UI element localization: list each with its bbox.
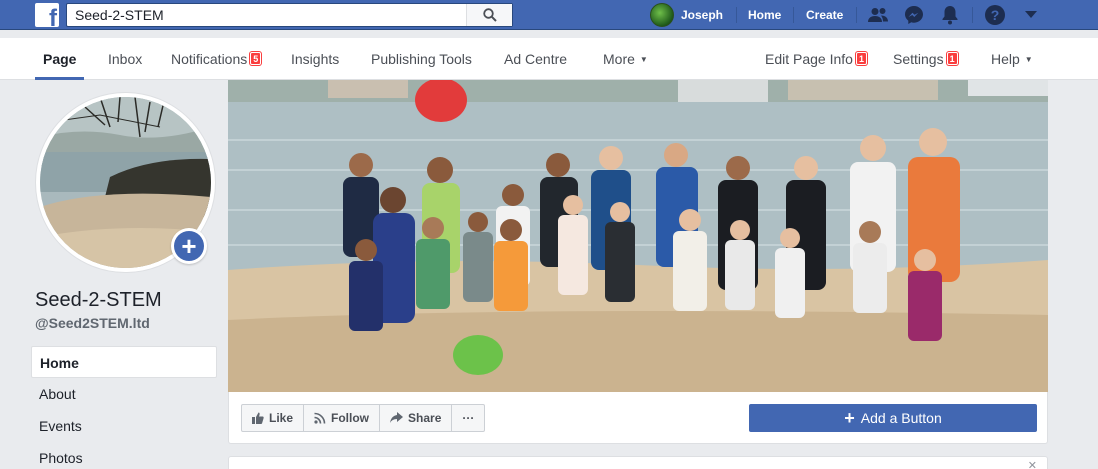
settings-link[interactable]: Settings 1 bbox=[893, 38, 958, 80]
action-button-group: Like Follow Share ··· bbox=[241, 404, 486, 432]
share-button[interactable]: Share bbox=[380, 405, 453, 431]
dropdown-caret-icon[interactable] bbox=[1019, 3, 1043, 27]
like-label: Like bbox=[269, 411, 294, 425]
tab-notifications[interactable]: Notifications 5 bbox=[171, 38, 262, 80]
tab-label: Inbox bbox=[108, 51, 143, 67]
link-label: Edit Page Info bbox=[765, 51, 853, 67]
tab-label: Ad Centre bbox=[504, 51, 568, 67]
avatar bbox=[650, 3, 674, 27]
tab-insights[interactable]: Insights bbox=[291, 38, 339, 80]
link-label: Help bbox=[991, 51, 1020, 67]
more-options-button[interactable]: ··· bbox=[452, 405, 484, 431]
plus-icon: + bbox=[174, 231, 204, 261]
follow-label: Follow bbox=[331, 411, 370, 425]
notification-badge: 1 bbox=[855, 52, 867, 65]
tab-label: Insights bbox=[291, 51, 340, 67]
search-button[interactable] bbox=[466, 4, 512, 26]
side-menu-about[interactable]: About bbox=[31, 378, 217, 410]
tab-ad-centre[interactable]: Ad Centre bbox=[504, 38, 567, 80]
tab-label: Publishing Tools bbox=[371, 51, 472, 67]
notification-badge: 5 bbox=[250, 52, 262, 65]
tab-label: More bbox=[603, 51, 635, 67]
facebook-logo-icon[interactable]: f bbox=[35, 3, 59, 27]
user-name: Joseph bbox=[681, 8, 724, 22]
plus-icon: + bbox=[844, 408, 855, 428]
divider bbox=[793, 7, 794, 23]
home-link[interactable]: Home bbox=[748, 0, 781, 30]
share-label: Share bbox=[408, 411, 442, 425]
tab-publishing-tools[interactable]: Publishing Tools bbox=[371, 38, 472, 80]
tab-page[interactable]: Page bbox=[34, 38, 86, 80]
caret-down-icon: ▼ bbox=[639, 55, 648, 64]
tab-label: Notifications bbox=[171, 51, 248, 67]
page-action-bar: Like Follow Share ··· + Add a Button bbox=[228, 392, 1048, 444]
page-username[interactable]: @Seed2STEM.ltd bbox=[35, 315, 150, 331]
create-link[interactable]: Create bbox=[806, 0, 843, 30]
add-button-label: Add a Button bbox=[860, 410, 942, 426]
notifications-bell-icon[interactable] bbox=[938, 3, 962, 27]
link-label: Settings bbox=[893, 51, 944, 67]
add-a-button-button[interactable]: + Add a Button bbox=[749, 404, 1037, 432]
divider bbox=[972, 7, 973, 23]
search-box bbox=[66, 3, 513, 27]
help-icon[interactable]: ? bbox=[983, 3, 1007, 27]
help-menu[interactable]: Help ▼ bbox=[991, 38, 1033, 80]
add-profile-photo-button[interactable]: + bbox=[171, 228, 207, 264]
caret-down-icon: ▼ bbox=[1024, 55, 1033, 64]
follow-button[interactable]: Follow bbox=[304, 405, 381, 431]
divider bbox=[856, 7, 857, 23]
next-card: ✕ bbox=[228, 456, 1048, 469]
divider bbox=[736, 7, 737, 23]
user-profile-link[interactable]: Joseph bbox=[650, 3, 723, 27]
edit-page-info-link[interactable]: Edit Page Info 1 bbox=[765, 38, 867, 80]
messenger-icon[interactable] bbox=[902, 3, 926, 27]
page-title[interactable]: Seed-2-STEM bbox=[35, 289, 162, 312]
notification-badge: 1 bbox=[946, 52, 958, 65]
side-menu-home[interactable]: Home bbox=[31, 346, 217, 378]
side-menu-photos[interactable]: Photos bbox=[31, 442, 217, 469]
tab-more[interactable]: More ▼ bbox=[603, 38, 648, 80]
side-menu-events[interactable]: Events bbox=[31, 410, 217, 442]
top-bar: f Joseph Home Create ? bbox=[0, 0, 1098, 30]
rss-icon bbox=[314, 412, 326, 424]
thumbs-up-icon bbox=[252, 412, 264, 424]
search-input[interactable] bbox=[67, 4, 467, 26]
svg-text:?: ? bbox=[991, 7, 1000, 23]
more-options-icon: ··· bbox=[462, 411, 475, 425]
friends-icon[interactable] bbox=[866, 3, 890, 27]
search-icon bbox=[482, 8, 497, 22]
page-nav-bar: Page Inbox Notifications 5 Insights Publi… bbox=[0, 38, 1098, 80]
left-side-menu: Home About Events Photos bbox=[31, 346, 217, 469]
share-arrow-icon bbox=[390, 412, 404, 424]
tab-inbox[interactable]: Inbox bbox=[108, 38, 142, 80]
tab-label: Page bbox=[43, 51, 77, 67]
cover-photo[interactable] bbox=[228, 80, 1048, 392]
close-icon[interactable]: ✕ bbox=[1028, 459, 1037, 469]
like-button[interactable]: Like bbox=[242, 405, 305, 431]
